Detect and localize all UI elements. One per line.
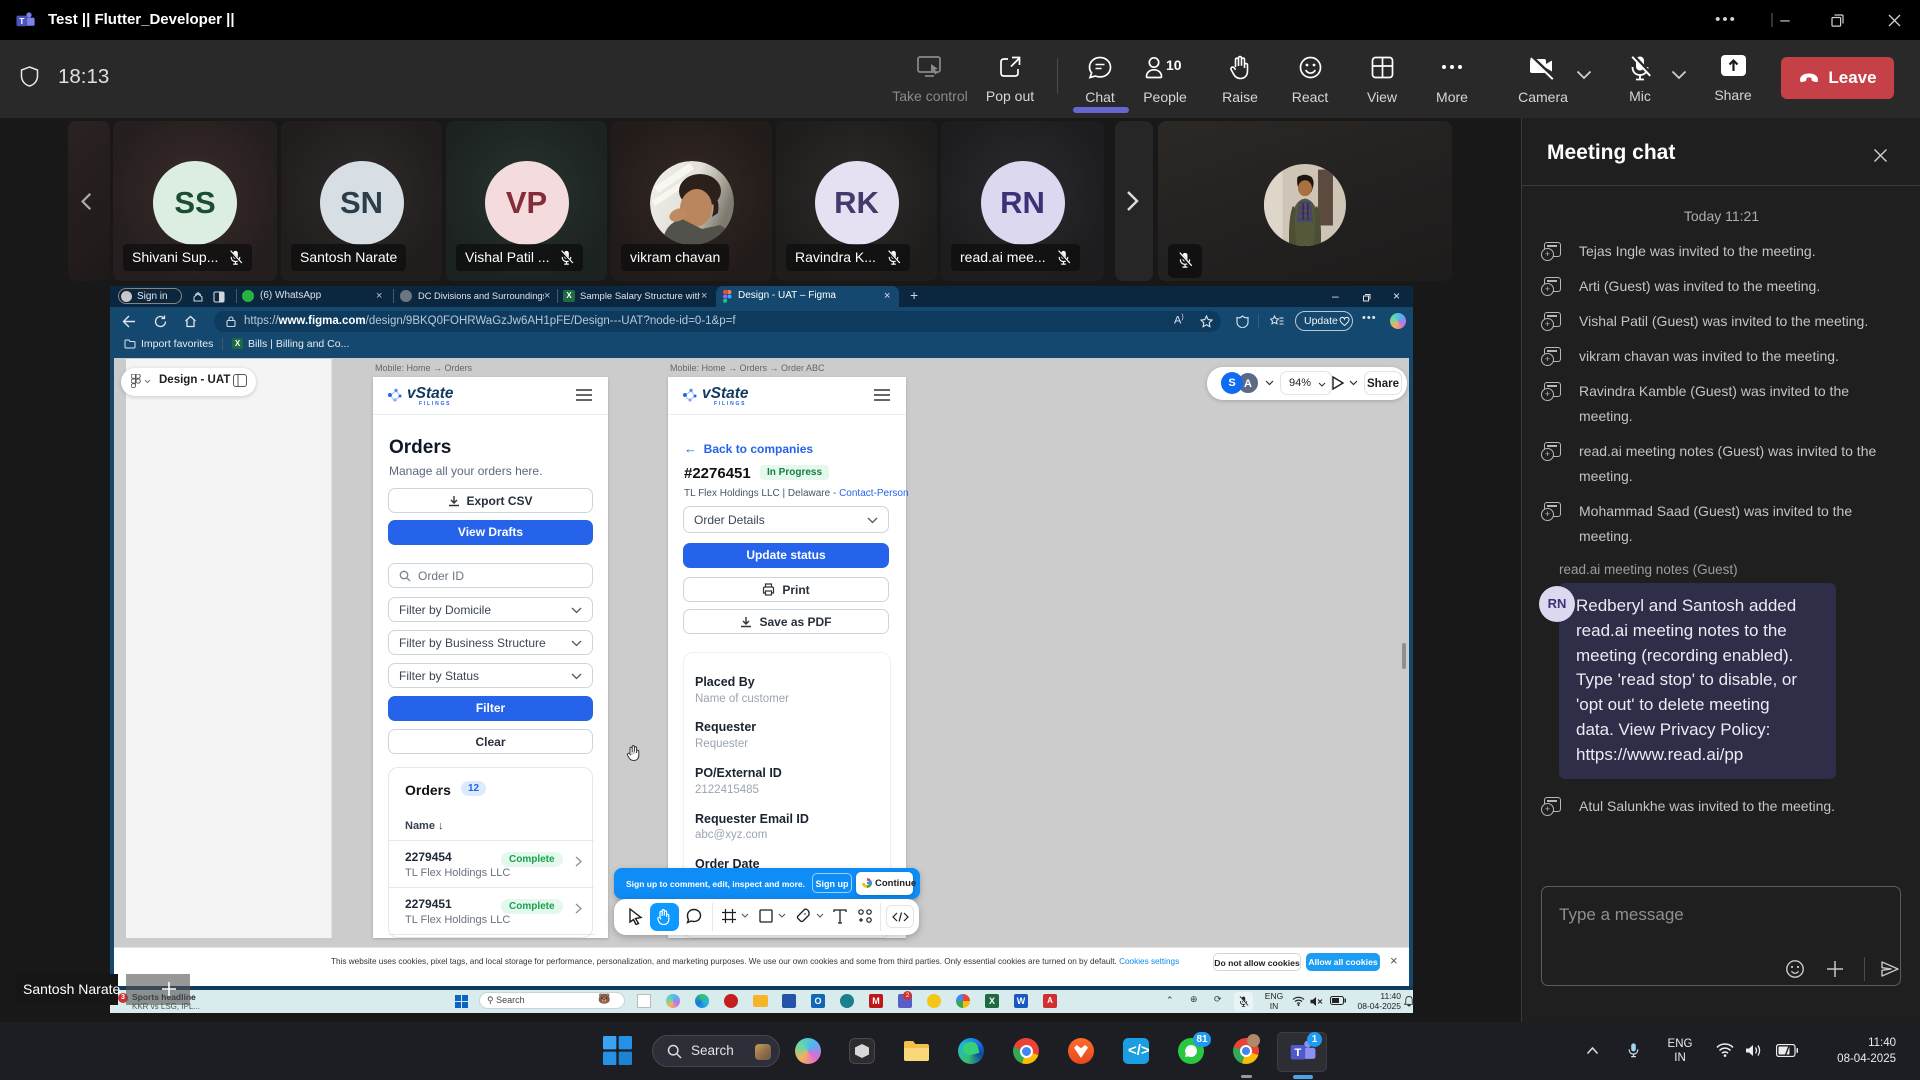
svg-text:T: T: [19, 16, 25, 26]
svg-text:T: T: [1294, 1047, 1301, 1059]
svg-text:10: 10: [1166, 57, 1182, 73]
